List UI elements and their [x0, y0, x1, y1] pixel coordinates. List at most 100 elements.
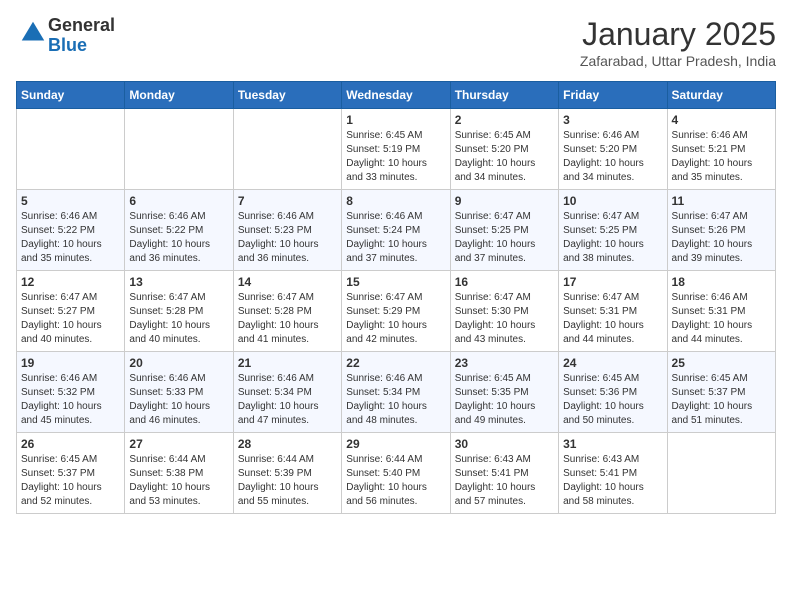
- day-cell: 20Sunrise: 6:46 AMSunset: 5:33 PMDayligh…: [125, 352, 233, 433]
- day-cell: 21Sunrise: 6:46 AMSunset: 5:34 PMDayligh…: [233, 352, 341, 433]
- logo: General Blue: [16, 16, 115, 56]
- sunrise-text: Sunrise: 6:47 AM: [455, 291, 554, 305]
- day-cell: 10Sunrise: 6:47 AMSunset: 5:25 PMDayligh…: [559, 190, 667, 271]
- sunrise-text: Sunrise: 6:45 AM: [455, 129, 554, 143]
- day-cell: 6Sunrise: 6:46 AMSunset: 5:22 PMDaylight…: [125, 190, 233, 271]
- day-info: Sunrise: 6:44 AMSunset: 5:38 PMDaylight:…: [129, 453, 228, 509]
- day-cell: 9Sunrise: 6:47 AMSunset: 5:25 PMDaylight…: [450, 190, 558, 271]
- sunset-text: Sunset: 5:37 PM: [672, 386, 771, 400]
- page-header: General Blue January 2025 Zafarabad, Utt…: [16, 16, 776, 69]
- daylight-text: Daylight: 10 hours and 53 minutes.: [129, 481, 228, 509]
- sunset-text: Sunset: 5:21 PM: [672, 143, 771, 157]
- day-cell: 18 Sunrise: 6:46 AMSunset: 5:31 PMDayligh…: [667, 271, 775, 352]
- day-number: 27: [129, 437, 228, 451]
- sunrise-text: Sunrise: 6:46 AM: [129, 210, 228, 224]
- sunset-text: Sunset: 5:28 PM: [129, 305, 228, 319]
- day-number: 18: [672, 275, 771, 289]
- day-number: 5: [21, 194, 120, 208]
- sunrise-text: Sunrise: 6:44 AM: [346, 453, 445, 467]
- sunrise-text: Sunrise: 6:47 AM: [563, 210, 662, 224]
- sunset-text: Sunset: 5:23 PM: [238, 224, 337, 238]
- calendar: SundayMondayTuesdayWednesdayThursdayFrid…: [16, 81, 776, 514]
- day-info: Sunrise: 6:47 AMSunset: 5:30 PMDaylight:…: [455, 291, 554, 347]
- day-info: Sunrise: 6:46 AMSunset: 5:22 PMDaylight:…: [21, 210, 120, 266]
- day-info: Sunrise: 6:47 AMSunset: 5:28 PMDaylight:…: [238, 291, 337, 347]
- day-number: 1: [346, 113, 445, 127]
- day-cell: 22Sunrise: 6:46 AMSunset: 5:34 PMDayligh…: [342, 352, 450, 433]
- day-cell: 4Sunrise: 6:46 AMSunset: 5:21 PMDaylight…: [667, 109, 775, 190]
- day-info: Sunrise: 6:45 AMSunset: 5:36 PMDaylight:…: [563, 372, 662, 428]
- sunrise-text: Sunrise: 6:44 AM: [238, 453, 337, 467]
- daylight-text: Daylight: 10 hours and 45 minutes.: [21, 400, 120, 428]
- daylight-text: Daylight: 10 hours and 41 minutes.: [238, 319, 337, 347]
- day-number: 28: [238, 437, 337, 451]
- day-of-week-wednesday: Wednesday: [342, 82, 450, 109]
- day-number: 6: [129, 194, 228, 208]
- daylight-text: Daylight: 10 hours and 58 minutes.: [563, 481, 662, 509]
- day-number: 15: [346, 275, 445, 289]
- sunrise-text: Sunrise: 6:45 AM: [346, 129, 445, 143]
- day-number: 7: [238, 194, 337, 208]
- sunrise-text: Sunrise: 6:45 AM: [455, 372, 554, 386]
- sunset-text: Sunset: 5:20 PM: [563, 143, 662, 157]
- sunrise-text: Sunrise: 6:46 AM: [21, 372, 120, 386]
- sunrise-text: Sunrise: 6:46 AM: [346, 372, 445, 386]
- day-number: 3: [563, 113, 662, 127]
- day-cell: 11Sunrise: 6:47 AMSunset: 5:26 PMDayligh…: [667, 190, 775, 271]
- day-number: 13: [129, 275, 228, 289]
- daylight-text: Daylight: 10 hours and 51 minutes.: [672, 400, 771, 428]
- day-cell: 25Sunrise: 6:45 AMSunset: 5:37 PMDayligh…: [667, 352, 775, 433]
- daylight-text: Daylight: 10 hours and 40 minutes.: [21, 319, 120, 347]
- logo-icon: [18, 18, 48, 48]
- sunrise-text: Sunrise: 6:44 AM: [129, 453, 228, 467]
- daylight-text: Daylight: 10 hours and 39 minutes.: [672, 238, 771, 266]
- sunset-text: Sunset: 5:22 PM: [129, 224, 228, 238]
- calendar-body: 1Sunrise: 6:45 AMSunset: 5:19 PMDaylight…: [17, 109, 776, 514]
- sunrise-text: Sunrise: 6:46 AM: [238, 372, 337, 386]
- sunrise-text: Sunrise: 6:47 AM: [672, 210, 771, 224]
- day-number: 21: [238, 356, 337, 370]
- day-info: Sunrise: 6:47 AMSunset: 5:28 PMDaylight:…: [129, 291, 228, 347]
- week-row-2: 5Sunrise: 6:46 AMSunset: 5:22 PMDaylight…: [17, 190, 776, 271]
- sunset-text: Sunset: 5:41 PM: [455, 467, 554, 481]
- day-number: 14: [238, 275, 337, 289]
- day-cell: 8Sunrise: 6:46 AMSunset: 5:24 PMDaylight…: [342, 190, 450, 271]
- sunrise-text: Sunrise: 6:45 AM: [672, 372, 771, 386]
- days-of-week-row: SundayMondayTuesdayWednesdayThursdayFrid…: [17, 82, 776, 109]
- day-cell: 23Sunrise: 6:45 AMSunset: 5:35 PMDayligh…: [450, 352, 558, 433]
- day-cell: 7Sunrise: 6:46 AMSunset: 5:23 PMDaylight…: [233, 190, 341, 271]
- sunset-text: Sunset: 5:40 PM: [346, 467, 445, 481]
- daylight-text: Daylight: 10 hours and 38 minutes.: [563, 238, 662, 266]
- sunset-text: Sunset: 5:32 PM: [21, 386, 120, 400]
- sunrise-text: Sunrise: 6:46 AM: [672, 291, 771, 305]
- location: Zafarabad, Uttar Pradesh, India: [580, 53, 776, 69]
- day-info: Sunrise: 6:44 AMSunset: 5:39 PMDaylight:…: [238, 453, 337, 509]
- sunrise-text: Sunrise: 6:43 AM: [455, 453, 554, 467]
- daylight-text: Daylight: 10 hours and 35 minutes.: [21, 238, 120, 266]
- day-cell: 13 Sunrise: 6:47 AMSunset: 5:28 PMDayligh…: [125, 271, 233, 352]
- daylight-text: Daylight: 10 hours and 35 minutes.: [672, 157, 771, 185]
- sunset-text: Sunset: 5:37 PM: [21, 467, 120, 481]
- day-info: Sunrise: 6:46 AMSunset: 5:32 PMDaylight:…: [21, 372, 120, 428]
- sunset-text: Sunset: 5:25 PM: [563, 224, 662, 238]
- sunset-text: Sunset: 5:33 PM: [129, 386, 228, 400]
- sunrise-text: Sunrise: 6:47 AM: [129, 291, 228, 305]
- day-number: 31: [563, 437, 662, 451]
- sunrise-text: Sunrise: 6:46 AM: [21, 210, 120, 224]
- daylight-text: Daylight: 10 hours and 37 minutes.: [346, 238, 445, 266]
- day-number: 19: [21, 356, 120, 370]
- daylight-text: Daylight: 10 hours and 44 minutes.: [563, 319, 662, 347]
- daylight-text: Daylight: 10 hours and 48 minutes.: [346, 400, 445, 428]
- day-cell: [125, 109, 233, 190]
- day-info: Sunrise: 6:46 AMSunset: 5:31 PMDaylight:…: [672, 291, 771, 347]
- daylight-text: Daylight: 10 hours and 49 minutes.: [455, 400, 554, 428]
- day-number: 23: [455, 356, 554, 370]
- day-cell: 31Sunrise: 6:43 AMSunset: 5:41 PMDayligh…: [559, 433, 667, 514]
- daylight-text: Daylight: 10 hours and 33 minutes.: [346, 157, 445, 185]
- day-number: 29: [346, 437, 445, 451]
- sunset-text: Sunset: 5:36 PM: [563, 386, 662, 400]
- week-row-5: 26Sunrise: 6:45 AMSunset: 5:37 PMDayligh…: [17, 433, 776, 514]
- day-cell: 5 Sunrise: 6:46 AMSunset: 5:22 PMDaylight…: [17, 190, 125, 271]
- day-number: 9: [455, 194, 554, 208]
- sunset-text: Sunset: 5:38 PM: [129, 467, 228, 481]
